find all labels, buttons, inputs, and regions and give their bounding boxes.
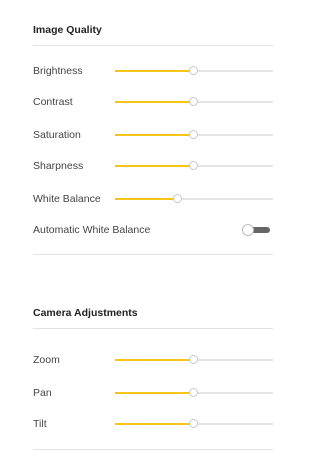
slider-fill [115, 101, 194, 103]
brightness-label: Brightness [33, 65, 83, 77]
slider-fill [115, 392, 194, 394]
tilt-label: Tilt [33, 418, 47, 430]
image-quality-divider [33, 45, 273, 46]
tilt-row: Tilt [33, 416, 273, 432]
saturation-row: Saturation [33, 127, 273, 143]
white-balance-row: White Balance [33, 191, 273, 207]
slider-fill [115, 198, 179, 200]
sharpness-label: Sharpness [33, 160, 84, 172]
white-balance-label: White Balance [33, 193, 101, 205]
slider-thumb[interactable] [189, 130, 198, 139]
saturation-slider[interactable] [115, 127, 273, 143]
contrast-row: Contrast [33, 94, 273, 110]
slider-fill [115, 165, 194, 167]
saturation-label: Saturation [33, 129, 81, 141]
slider-fill [115, 359, 194, 361]
zoom-label: Zoom [33, 354, 60, 366]
pan-label: Pan [33, 387, 52, 399]
image-quality-title: Image Quality [33, 24, 102, 36]
slider-thumb[interactable] [189, 388, 198, 397]
camera-adjustments-title: Camera Adjustments [33, 307, 138, 319]
pan-slider[interactable] [115, 385, 273, 401]
image-quality-bottom-divider [33, 254, 273, 255]
camera-adjustments-divider [33, 328, 273, 329]
slider-fill [115, 70, 194, 72]
slider-thumb[interactable] [189, 66, 198, 75]
slider-thumb[interactable] [189, 161, 198, 170]
sharpness-row: Sharpness [33, 158, 273, 174]
auto-white-balance-label: Automatic White Balance [33, 224, 151, 236]
contrast-slider[interactable] [115, 94, 273, 110]
zoom-row: Zoom [33, 352, 273, 368]
auto-white-balance-row: Automatic White Balance [33, 222, 273, 238]
slider-fill [115, 423, 194, 425]
brightness-row: Brightness [33, 63, 273, 79]
zoom-slider[interactable] [115, 352, 273, 368]
slider-thumb[interactable] [173, 194, 183, 203]
white-balance-slider[interactable] [115, 191, 273, 207]
slider-fill [115, 134, 194, 136]
slider-thumb[interactable] [189, 97, 198, 106]
pan-row: Pan [33, 385, 273, 401]
camera-adjustments-bottom-divider [33, 449, 273, 450]
auto-white-balance-toggle[interactable] [242, 224, 270, 236]
sharpness-slider[interactable] [115, 158, 273, 174]
slider-thumb[interactable] [189, 355, 198, 364]
toggle-knob [242, 224, 254, 236]
brightness-slider[interactable] [115, 63, 273, 79]
tilt-slider[interactable] [115, 416, 273, 432]
camera-settings-panel: Image Quality Brightness Contrast Satura… [0, 0, 273, 464]
contrast-label: Contrast [33, 96, 73, 108]
slider-thumb[interactable] [189, 419, 198, 428]
